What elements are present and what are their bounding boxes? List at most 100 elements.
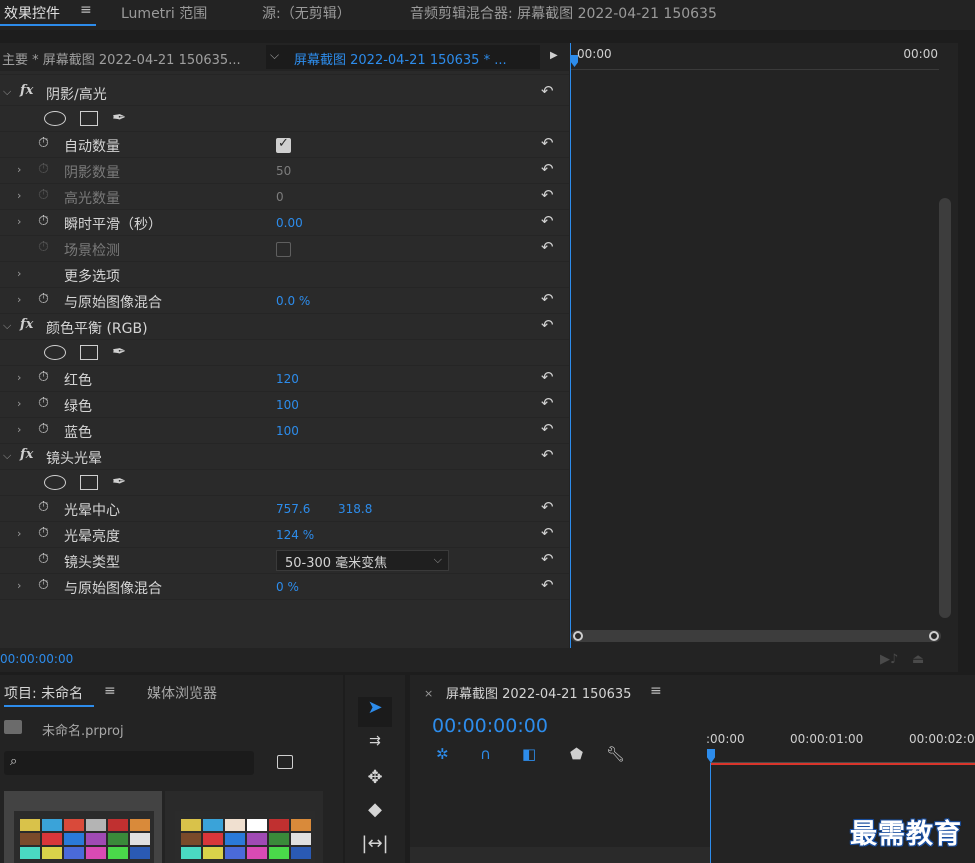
nest-icon[interactable]: ✲ xyxy=(436,745,449,763)
chevron-down-icon[interactable]: ⌵ xyxy=(3,449,11,463)
sequence-title[interactable]: 屏幕截图 2022-04-21 150635 xyxy=(446,683,631,702)
ellipse-mask-icon[interactable] xyxy=(44,111,66,126)
panel-menu-icon[interactable]: ≡ xyxy=(650,683,662,699)
reset-icon[interactable]: ↶ xyxy=(541,212,554,230)
panel-menu-icon[interactable]: ≡ xyxy=(80,2,92,18)
track-select-tool-icon[interactable]: ⇉ xyxy=(358,733,392,763)
selection-tool-icon[interactable]: ➤ xyxy=(358,697,392,727)
play-audio-icon[interactable]: ▶♪ xyxy=(880,652,898,667)
param-value[interactable]: 100 xyxy=(276,398,299,412)
wrench-icon[interactable]: 🔧︎ xyxy=(606,745,625,763)
chevron-right-icon[interactable]: › xyxy=(17,397,21,410)
keyframe-timeline-pane[interactable]: 00:00 00:00 xyxy=(570,43,958,648)
fx-toggle-icon[interactable]: fx xyxy=(20,83,33,98)
add-marker-icon[interactable]: ⬟ xyxy=(570,745,583,763)
tab-project[interactable]: 项目: 未命名 xyxy=(4,683,83,703)
ripple-edit-tool-icon[interactable]: ✥ xyxy=(358,767,392,797)
stopwatch-icon[interactable]: ⏱ xyxy=(38,135,55,152)
ellipse-mask-icon[interactable] xyxy=(44,475,66,490)
ellipse-mask-icon[interactable] xyxy=(44,345,66,360)
new-bin-icon[interactable] xyxy=(277,755,293,769)
tab-audio-clip-mixer[interactable]: 音频剪辑混合器: 屏幕截图 2022-04-21 150635 xyxy=(410,3,717,23)
param-value-x[interactable]: 757.6 xyxy=(276,502,310,516)
effect-row-color-balance[interactable]: ⌵ fx 颜色平衡 (RGB) ↶ xyxy=(0,314,569,340)
chevron-right-icon[interactable]: › xyxy=(17,527,21,540)
stopwatch-icon[interactable]: ⏱ xyxy=(38,525,55,542)
param-value[interactable]: 124 % xyxy=(276,528,314,542)
fx-toggle-icon[interactable]: fx xyxy=(20,317,33,332)
stopwatch-icon[interactable]: ⏱ xyxy=(38,499,55,516)
chevron-right-icon[interactable]: › xyxy=(17,189,21,202)
lens-type-dropdown[interactable]: 50-300 毫米变焦 ⌵ xyxy=(276,550,449,571)
razor-tool-icon[interactable]: ◆ xyxy=(358,799,392,829)
reset-icon[interactable]: ↶ xyxy=(541,160,554,178)
reset-icon[interactable]: ↶ xyxy=(541,394,554,412)
export-icon[interactable]: ⏏ xyxy=(912,652,924,667)
search-input[interactable]: ⌕ xyxy=(4,751,254,775)
tab-lumetri-scopes[interactable]: Lumetri 范围 xyxy=(121,3,207,23)
reset-icon[interactable]: ↶ xyxy=(541,550,554,568)
chevron-right-icon[interactable]: › xyxy=(17,371,21,384)
reset-icon[interactable]: ↶ xyxy=(541,368,554,386)
vertical-scrollbar[interactable] xyxy=(939,198,951,618)
work-area-bar[interactable] xyxy=(710,763,975,765)
scene-detect-checkbox[interactable] xyxy=(276,242,291,257)
stopwatch-icon[interactable]: ⏱ xyxy=(38,369,55,386)
reset-icon[interactable]: ↶ xyxy=(541,82,554,100)
chevron-right-icon[interactable]: › xyxy=(17,215,21,228)
panel-menu-icon[interactable]: ≡ xyxy=(104,683,116,699)
param-value[interactable]: 100 xyxy=(276,424,299,438)
stopwatch-icon[interactable]: ⏱ xyxy=(38,421,55,438)
pen-mask-icon[interactable]: ✒ xyxy=(112,342,126,362)
sequence-timecode[interactable]: 00:00:00:00 xyxy=(432,715,548,737)
chevron-right-icon[interactable]: › xyxy=(17,579,21,592)
chevron-right-icon[interactable]: › xyxy=(17,293,21,306)
pen-mask-icon[interactable]: ✒ xyxy=(112,472,126,492)
zoom-handle-left[interactable] xyxy=(573,631,583,641)
reset-icon[interactable]: ↶ xyxy=(541,316,554,334)
zoom-scrollbar[interactable] xyxy=(571,630,941,642)
chevron-down-icon[interactable]: ⌵ xyxy=(3,85,11,99)
zoom-handle-right[interactable] xyxy=(929,631,939,641)
clip-thumbnail[interactable] xyxy=(4,791,162,863)
clip-thumbnail[interactable] xyxy=(165,791,323,863)
tab-source[interactable]: 源:（无剪辑） xyxy=(262,3,351,23)
slip-tool-icon[interactable]: |↔| xyxy=(358,833,392,863)
param-value[interactable]: 0.0 % xyxy=(276,294,310,308)
chevron-right-icon[interactable]: › xyxy=(17,423,21,436)
param-value[interactable]: 120 xyxy=(276,372,299,386)
stopwatch-icon[interactable]: ⏱ xyxy=(38,213,55,230)
param-value-y[interactable]: 318.8 xyxy=(338,502,372,516)
playhead[interactable] xyxy=(571,55,578,67)
param-value[interactable]: 0 % xyxy=(276,580,299,594)
tab-media-browser[interactable]: 媒体浏览器 xyxy=(147,683,217,703)
reset-icon[interactable]: ↶ xyxy=(541,524,554,542)
param-row-more-options[interactable]: › 更多选项 xyxy=(0,262,569,288)
stopwatch-icon[interactable]: ⏱ xyxy=(38,551,55,568)
chevron-right-icon[interactable]: › xyxy=(17,163,21,176)
reset-icon[interactable]: ↶ xyxy=(541,290,554,308)
reset-icon[interactable]: ↶ xyxy=(541,446,554,464)
reset-icon[interactable]: ↶ xyxy=(541,498,554,516)
stopwatch-icon[interactable]: ⏱ xyxy=(38,291,55,308)
linked-selection-icon[interactable]: ◧ xyxy=(522,745,536,763)
close-icon[interactable]: × xyxy=(424,687,433,700)
effect-row-shadow-highlight[interactable]: ⌵ fx 阴影/高光 ↶ xyxy=(0,80,569,106)
time-ruler[interactable] xyxy=(710,755,975,763)
reset-icon[interactable]: ↶ xyxy=(541,134,554,152)
rectangle-mask-icon[interactable] xyxy=(80,345,98,360)
fx-toggle-icon[interactable]: fx xyxy=(20,447,33,462)
stopwatch-icon[interactable]: ⏱ xyxy=(38,395,55,412)
chevron-down-icon[interactable]: ⌵ xyxy=(3,319,11,333)
rectangle-mask-icon[interactable] xyxy=(80,475,98,490)
tab-effect-controls[interactable]: 效果控件 xyxy=(4,3,60,23)
param-value[interactable]: 0.00 xyxy=(276,216,303,230)
reset-icon[interactable]: ↶ xyxy=(541,576,554,594)
snap-icon[interactable]: ∩ xyxy=(480,745,491,763)
pen-mask-icon[interactable]: ✒ xyxy=(112,108,126,128)
play-only-icon[interactable]: ▶ xyxy=(550,50,558,61)
reset-icon[interactable]: ↶ xyxy=(541,238,554,256)
stopwatch-icon[interactable]: ⏱ xyxy=(38,577,55,594)
reset-icon[interactable]: ↶ xyxy=(541,186,554,204)
rectangle-mask-icon[interactable] xyxy=(80,111,98,126)
